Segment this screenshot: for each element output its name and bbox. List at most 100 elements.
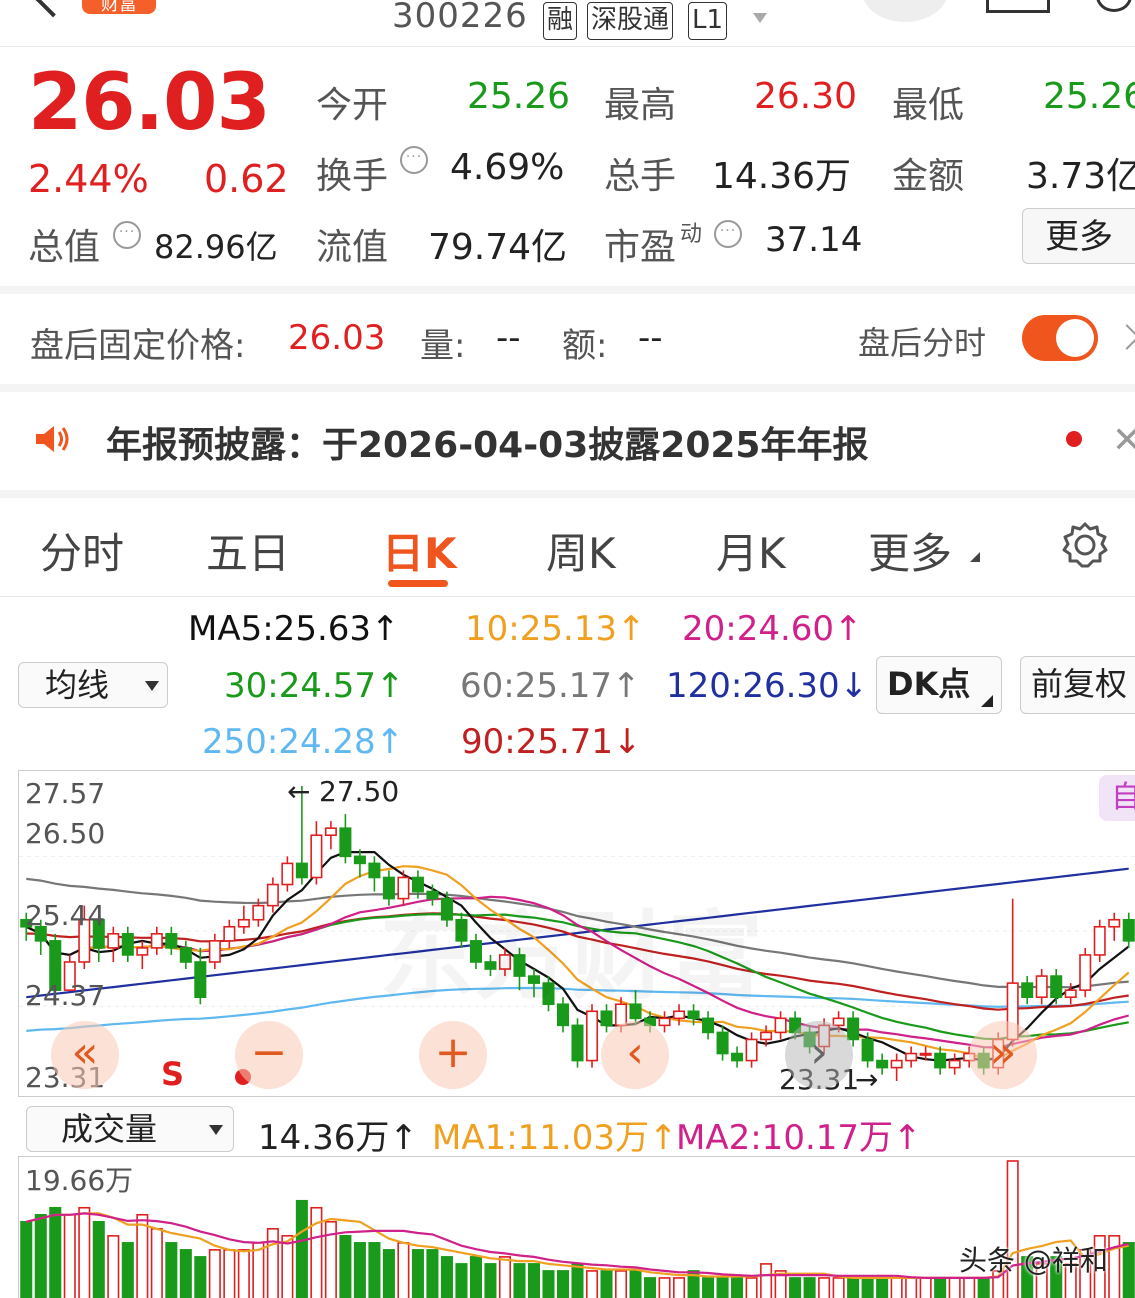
volume-bar [382, 1249, 395, 1298]
candle-body [295, 862, 308, 879]
info-icon[interactable]: ··· [113, 221, 141, 249]
candle [237, 905, 250, 934]
speaker-icon [34, 424, 72, 454]
candle [1122, 912, 1135, 948]
rewind-button[interactable]: « [51, 1021, 119, 1089]
volume-bar [658, 1277, 671, 1298]
volume-bar [208, 1249, 221, 1298]
volume-bar [644, 1277, 657, 1298]
prev-button[interactable]: ‹ [601, 1021, 669, 1089]
open-value: 25.26 [467, 76, 571, 117]
change-pct: 2.44% [28, 157, 149, 201]
candle-body [774, 1017, 787, 1034]
afterhours-label: 盘后固定价格: [30, 326, 246, 366]
more-button[interactable]: 更多 [1022, 208, 1135, 264]
candle [571, 1018, 584, 1068]
tab-active-indicator [388, 580, 448, 587]
candle [1079, 947, 1092, 998]
candle [948, 1053, 961, 1075]
info-icon[interactable]: ··· [400, 146, 428, 174]
candle-body [165, 933, 178, 949]
candle-body [702, 1017, 715, 1034]
ma-selector[interactable]: 均线 [18, 662, 168, 708]
volume-bar [905, 1277, 918, 1298]
ma-selector-label: 均线 [45, 666, 110, 704]
forward-button[interactable]: » [969, 1021, 1037, 1089]
candle [890, 1053, 903, 1081]
notice-text[interactable]: 年报预披露：于2026-04-03披露2025年年报 [106, 416, 868, 468]
low-label: 最低 [892, 85, 965, 126]
volume-bar [832, 1277, 845, 1298]
tab-weekly-k[interactable]: 周K [546, 520, 616, 581]
next-button[interactable]: › [785, 1021, 853, 1089]
volume-chart[interactable]: 19.66万 头条 @祥和 [18, 1156, 1135, 1298]
candle-body [266, 883, 279, 907]
candle [324, 821, 337, 850]
candle-body [731, 1052, 744, 1062]
volume-bar [121, 1242, 134, 1298]
volume-bar [34, 1213, 47, 1298]
share-icon[interactable] [986, 0, 1050, 13]
candle [339, 814, 352, 864]
turnover-value: 4.69% [450, 147, 565, 188]
candle-body [585, 1010, 599, 1062]
candle [1108, 912, 1121, 941]
volume-max-label: 19.66万 [25, 1164, 134, 1197]
y-label-3: 25.44 [25, 899, 106, 932]
tab-monthly-k[interactable]: 月K [716, 520, 786, 581]
tab-five-day[interactable]: 五日 [206, 520, 290, 581]
dk-point-button[interactable]: DK点 [876, 656, 1002, 714]
divider [0, 46, 1135, 47]
pe-superscript: 动 [680, 222, 703, 247]
chevron-right-icon[interactable] [1114, 324, 1135, 350]
candle [107, 926, 120, 962]
info-icon[interactable]: ··· [714, 220, 742, 248]
candle-body [1079, 954, 1092, 991]
volume-bar [266, 1228, 279, 1298]
zoom-out-button[interactable]: − [235, 1021, 303, 1089]
kline-chart[interactable]: 东方财富 27.57 26.50 25.44 24.37 23.31 ← 27.… [18, 770, 1135, 1097]
candle [121, 926, 134, 962]
afterhours-toggle[interactable] [1022, 315, 1098, 361]
volume-bar [571, 1263, 584, 1298]
volume-bar [411, 1249, 424, 1298]
volume-bar [556, 1270, 570, 1298]
adjust-button[interactable]: 前复权 [1020, 656, 1135, 714]
volume-bar [731, 1277, 744, 1298]
volume-bar [803, 1277, 816, 1298]
candle [774, 1011, 787, 1040]
volume-bar [702, 1277, 715, 1298]
back-icon[interactable] [34, 0, 72, 18]
volume-bar [934, 1277, 947, 1298]
candle-body [1064, 989, 1077, 998]
volume-bar [789, 1277, 802, 1298]
volume-bar [847, 1277, 860, 1298]
volume-bar [963, 1277, 976, 1298]
open-label: 今开 [316, 85, 389, 126]
candle-body [150, 933, 163, 949]
tab-more-arrow-icon [970, 552, 980, 562]
side-tab[interactable]: 自 [1099, 775, 1135, 821]
avatar[interactable] [862, 0, 948, 22]
volume-bar [600, 1270, 613, 1298]
turnover-label: 换手 [316, 156, 389, 197]
amount-value: 3.73亿 [1026, 156, 1135, 197]
volume-current: 14.36万↑ [258, 1118, 418, 1158]
gear-icon[interactable] [1060, 520, 1110, 570]
y-label-4: 24.37 [25, 979, 106, 1012]
ma90-value: 90:25.71↓ [461, 722, 642, 762]
candle-body [919, 1052, 932, 1056]
close-icon[interactable]: ✕ [1112, 420, 1135, 461]
volume-ma1: MA1:11.03万↑ [432, 1118, 678, 1158]
volume-bar [92, 1220, 105, 1298]
candle [905, 1046, 918, 1068]
tab-more[interactable]: 更多 [868, 520, 952, 581]
search-icon[interactable] [1096, 0, 1132, 12]
candle-body [1122, 918, 1135, 942]
tab-daily-k[interactable]: 日K [382, 520, 457, 581]
chevron-down-icon[interactable] [753, 13, 767, 23]
volume-selector[interactable]: 成交量 [26, 1106, 234, 1152]
unread-dot [1066, 431, 1082, 447]
tab-minute[interactable]: 分时 [40, 520, 124, 581]
zoom-in-button[interactable]: + [419, 1021, 487, 1089]
